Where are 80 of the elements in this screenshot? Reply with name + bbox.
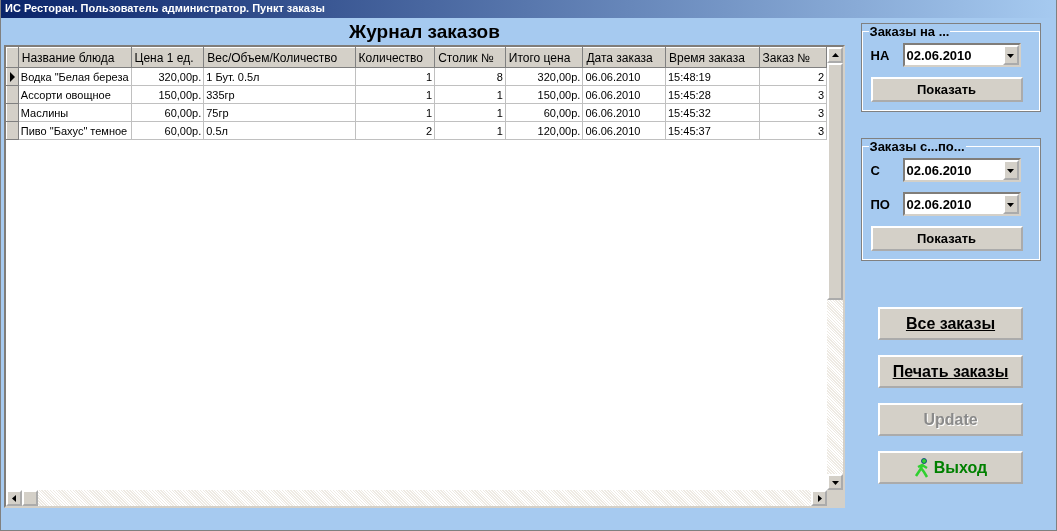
table-cell: 06.06.2010 bbox=[582, 67, 666, 86]
column-header[interactable]: Итого цена bbox=[505, 47, 583, 68]
scroll-up-button[interactable] bbox=[827, 47, 843, 63]
table-cell: 8 bbox=[434, 67, 506, 86]
table-cell: 1 bbox=[355, 103, 435, 122]
column-header[interactable]: Количество bbox=[355, 47, 435, 68]
table-cell: 60,00р. bbox=[131, 121, 204, 140]
scrollbar-corner bbox=[827, 490, 843, 506]
show-button[interactable]: Показать bbox=[870, 226, 1023, 251]
table-cell: 06.06.2010 bbox=[582, 85, 666, 104]
show-button[interactable]: Показать bbox=[870, 77, 1023, 102]
table-cell: 320,00р. bbox=[131, 67, 204, 86]
field-label: НА bbox=[870, 47, 891, 63]
field-label: ПО bbox=[870, 196, 891, 212]
table-cell: 1 Бут. 0.5л bbox=[203, 67, 356, 86]
table-cell: 06.06.2010 bbox=[582, 121, 666, 140]
table-cell: 75гр bbox=[203, 103, 356, 122]
table-cell: 335гр bbox=[203, 85, 356, 104]
group-title: Заказы на ... bbox=[868, 24, 951, 39]
table-cell: 3 bbox=[759, 121, 827, 140]
scroll-left-button[interactable] bbox=[6, 490, 22, 506]
dropdown-button[interactable] bbox=[1002, 45, 1019, 65]
table-cell: 15:48:19 bbox=[665, 67, 759, 86]
orders-grid[interactable] bbox=[4, 45, 845, 508]
action-button[interactable]: Все заказы bbox=[878, 307, 1023, 340]
down-arrow-icon bbox=[1007, 51, 1014, 59]
action-button[interactable]: Печать заказы bbox=[878, 355, 1023, 388]
table-cell: 60,00р. bbox=[505, 103, 583, 122]
right-arrow-icon bbox=[815, 494, 823, 502]
column-header[interactable]: Заказ № bbox=[759, 47, 827, 68]
table-cell: 1 bbox=[434, 103, 506, 122]
dropdown-button[interactable] bbox=[1002, 160, 1019, 180]
table-cell: 1 bbox=[434, 85, 506, 104]
column-header[interactable]: Цена 1 ед. bbox=[131, 47, 204, 68]
table-cell: 06.06.2010 bbox=[582, 103, 666, 122]
current-row-icon bbox=[8, 71, 16, 82]
table-cell: Ассорти овощное bbox=[18, 85, 132, 104]
column-header[interactable]: Дата заказа bbox=[582, 47, 666, 68]
dropdown-button[interactable] bbox=[1002, 194, 1019, 214]
vertical-scrollbar[interactable] bbox=[827, 47, 843, 490]
down-arrow-icon bbox=[1007, 200, 1014, 208]
horizontal-scrollbar[interactable] bbox=[6, 490, 827, 506]
table-cell: 1 bbox=[434, 121, 506, 140]
scroll-thumb[interactable] bbox=[827, 63, 843, 300]
table-cell: 2 bbox=[759, 67, 827, 86]
scroll-down-button[interactable] bbox=[827, 474, 843, 490]
table-cell: 150,00р. bbox=[505, 85, 583, 104]
column-header[interactable]: Название блюда bbox=[18, 47, 132, 68]
walking-figure-icon bbox=[913, 457, 930, 478]
down-arrow-icon bbox=[1007, 166, 1014, 174]
table-cell: 3 bbox=[759, 85, 827, 104]
table-cell: 15:45:28 bbox=[665, 85, 759, 104]
scroll-right-button[interactable] bbox=[811, 490, 827, 506]
column-header[interactable]: Вес/Объем/Количество bbox=[203, 47, 356, 68]
table-cell: Маслины bbox=[18, 103, 132, 122]
field-label: С bbox=[870, 162, 881, 178]
column-header[interactable]: Время заказа bbox=[665, 47, 759, 68]
table-cell: 1 bbox=[355, 67, 435, 86]
table-cell: 3 bbox=[759, 103, 827, 122]
date-dropdown[interactable]: 02.06.2010 bbox=[902, 158, 1021, 182]
date-dropdown[interactable]: 02.06.2010 bbox=[902, 192, 1021, 216]
table-cell: 150,00р. bbox=[131, 85, 204, 104]
table-cell: 1 bbox=[355, 85, 435, 104]
journal-heading: Журнал заказов bbox=[349, 20, 500, 44]
table-cell: 15:45:32 bbox=[665, 103, 759, 122]
table-cell: 320,00р. bbox=[505, 67, 583, 86]
column-header[interactable]: Столик № bbox=[434, 47, 506, 68]
table-cell: 120,00р. bbox=[505, 121, 583, 140]
up-arrow-icon bbox=[831, 51, 839, 59]
date-dropdown[interactable]: 02.06.2010 bbox=[902, 43, 1021, 67]
table-cell: 0.5л bbox=[203, 121, 356, 140]
group-title: Заказы с...по... bbox=[868, 139, 966, 154]
left-arrow-icon bbox=[10, 494, 18, 502]
down-arrow-icon bbox=[831, 478, 839, 486]
table-cell: 60,00р. bbox=[131, 103, 204, 122]
table-cell: Пиво "Бахус" темное bbox=[18, 121, 132, 140]
table-cell: 15:45:37 bbox=[665, 121, 759, 140]
table-cell: 2 bbox=[355, 121, 435, 140]
table-cell: Водка "Белая береза bbox=[18, 67, 132, 86]
scroll-thumb[interactable] bbox=[22, 490, 38, 506]
